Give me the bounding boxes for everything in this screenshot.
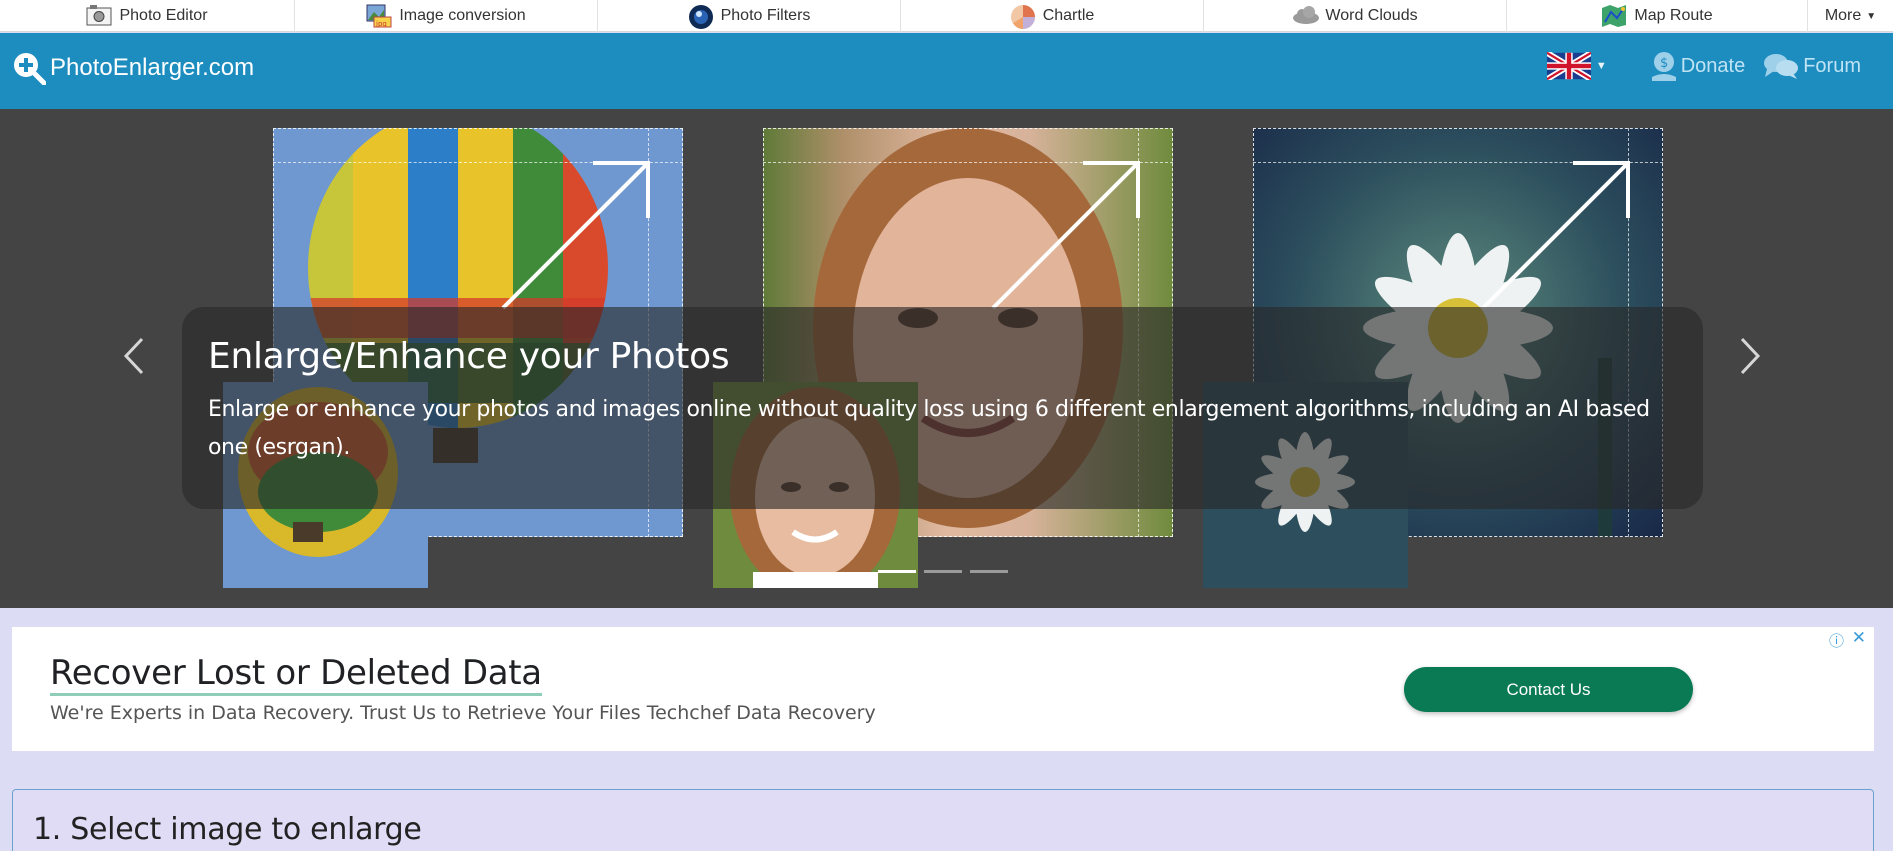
nav-label: Image conversion <box>399 7 526 24</box>
advertisement-banner[interactable]: Recover Lost or Deleted Data We're Exper… <box>12 627 1874 751</box>
feature-carousel: Enlarge/Enhance your Photos Enlarge or e… <box>0 109 1893 608</box>
chartle-icon <box>1010 4 1036 29</box>
nav-label: Chartle <box>1042 7 1095 24</box>
ad-contact-us-button[interactable]: Contact Us <box>1404 667 1693 712</box>
nav-image-conversion[interactable]: jpg Image conversion <box>295 0 598 32</box>
carousel-caption: Enlarge/Enhance your Photos Enlarge or e… <box>182 307 1703 509</box>
nav-photo-editor[interactable]: Photo Editor <box>0 0 295 32</box>
carousel-title: Enlarge/Enhance your Photos <box>208 336 730 377</box>
carousel-indicator-3[interactable] <box>970 570 1008 573</box>
forum-link[interactable]: Forum <box>1763 52 1861 80</box>
nav-word-clouds[interactable]: Word Clouds <box>1204 0 1507 32</box>
svg-text:$: $ <box>1660 56 1668 71</box>
map-route-icon <box>1601 4 1627 28</box>
carousel-indicator-1[interactable] <box>878 570 916 573</box>
nav-photo-filters[interactable]: Photo Filters <box>598 0 901 32</box>
chevron-right-icon <box>1740 337 1761 375</box>
caret-down-icon: ▼ <box>1866 10 1877 22</box>
top-navigation: Photo Editor jpg Image conversion Photo … <box>0 0 1893 32</box>
nav-label: Map Route <box>1634 7 1713 24</box>
carousel-description: Enlarge or enhance your photos and image… <box>208 397 1650 460</box>
donate-link[interactable]: $ Donate <box>1651 51 1746 81</box>
select-image-panel: 1. Select image to enlarge <box>12 789 1874 851</box>
carousel-next-button[interactable] <box>1738 336 1762 387</box>
step-title: 1. Select image to enlarge <box>33 812 422 847</box>
uk-flag-icon <box>1546 52 1591 80</box>
site-name: PhotoEnlarger.com <box>50 54 255 81</box>
forum-label: Forum <box>1803 54 1861 77</box>
image-conversion-icon: jpg <box>366 4 392 28</box>
ad-description: We're Experts in Data Recovery. Trust Us… <box>50 702 876 724</box>
caret-down-icon: ▼ <box>1595 60 1607 72</box>
language-selector[interactable]: ▼ <box>1546 52 1607 80</box>
carousel-indicators <box>878 570 1016 573</box>
nav-label: Photo Editor <box>119 7 208 24</box>
chevron-left-icon <box>123 337 144 375</box>
word-clouds-icon <box>1292 4 1320 28</box>
carousel-prev-button[interactable] <box>122 336 146 387</box>
nav-chartle[interactable]: Chartle <box>901 0 1204 32</box>
magnifier-plus-icon <box>14 53 46 85</box>
forum-chat-icon <box>1764 54 1799 79</box>
svg-text:jpg: jpg <box>375 20 387 28</box>
photo-editor-icon <box>86 4 112 28</box>
ad-close-icon[interactable]: ✕ <box>1852 628 1866 648</box>
nav-label: Photo Filters <box>720 7 811 24</box>
nav-map-route[interactable]: Map Route <box>1507 0 1808 32</box>
photo-filters-icon <box>688 4 714 29</box>
site-logo[interactable]: PhotoEnlarger.com <box>12 51 254 85</box>
nav-more-label: More <box>1824 7 1862 24</box>
nav-more-dropdown[interactable]: More ▼ <box>1808 0 1893 32</box>
donate-icon: $ <box>1651 52 1676 81</box>
nav-label: Word Clouds <box>1325 7 1418 24</box>
donate-label: Donate <box>1680 54 1746 77</box>
carousel-indicator-2[interactable] <box>924 570 962 573</box>
ad-info-icon[interactable]: ⓘ <box>1829 630 1844 651</box>
site-header: PhotoEnlarger.com ▼ $ Donate Forum <box>0 33 1893 109</box>
ad-title[interactable]: Recover Lost or Deleted Data <box>50 653 542 696</box>
